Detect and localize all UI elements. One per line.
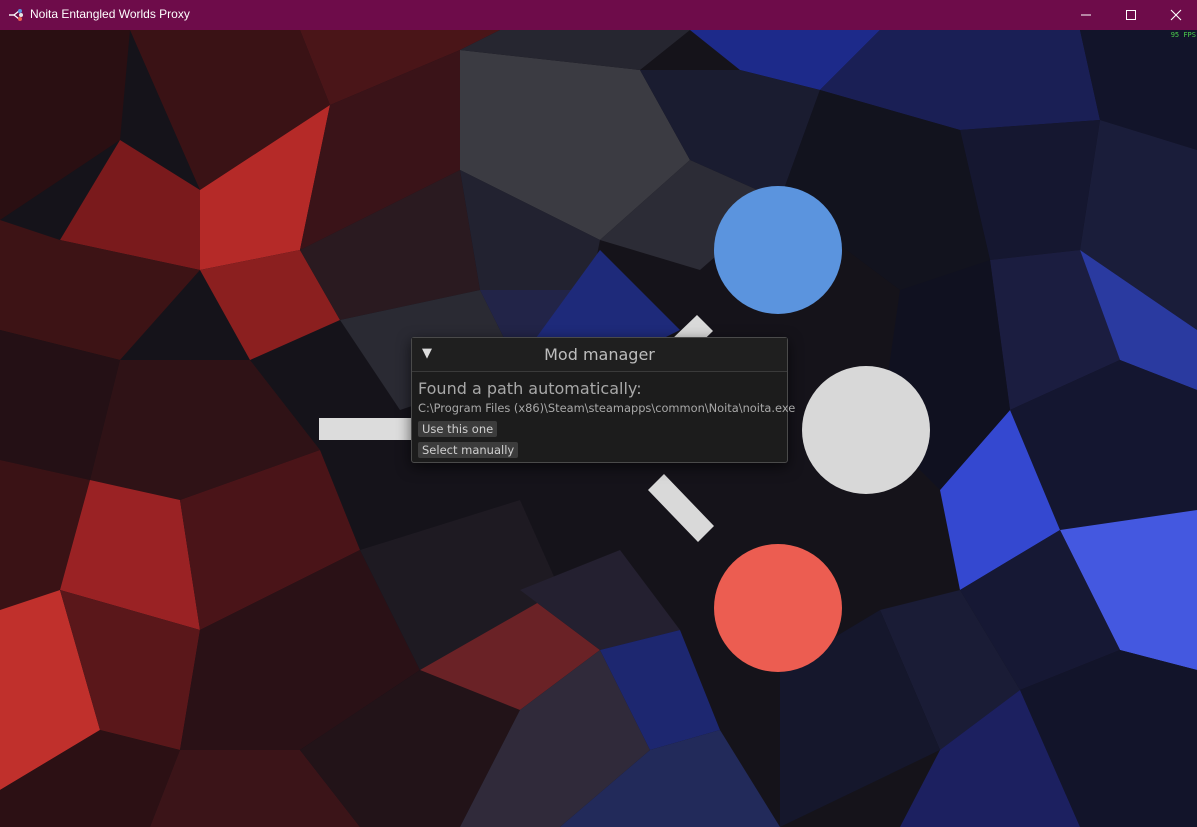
close-button[interactable]: [1153, 0, 1197, 30]
minimize-icon: [1081, 14, 1091, 16]
mod-manager-title: Mod manager: [544, 345, 655, 364]
close-icon: [1170, 9, 1182, 21]
logo-red-circle: [714, 544, 842, 672]
mod-manager-window: ▼ Mod manager Found a path automatically…: [411, 337, 795, 463]
maximize-icon: [1126, 10, 1136, 20]
noita-path-text: C:\Program Files (x86)\Steam\steamapps\c…: [418, 401, 796, 415]
found-path-label: Found a path automatically:: [418, 379, 642, 398]
select-manually-button[interactable]: Select manually: [418, 442, 519, 458]
logo-blue-circle: [714, 186, 842, 314]
window-title: Noita Entangled Worlds Proxy: [30, 7, 190, 21]
title-bar: Noita Entangled Worlds Proxy: [0, 0, 1197, 30]
use-this-one-button[interactable]: Use this one: [418, 421, 498, 437]
logo-lower-bar: [648, 474, 714, 542]
minimize-button[interactable]: [1063, 0, 1109, 30]
mod-manager-header[interactable]: ▼ Mod manager: [412, 338, 787, 372]
logo-left-bar: [319, 418, 414, 440]
maximize-button[interactable]: [1108, 0, 1154, 30]
app-icon: [9, 9, 23, 21]
fps-counter: 95 FPS: [1170, 31, 1196, 39]
logo-white-circle: [802, 366, 930, 494]
